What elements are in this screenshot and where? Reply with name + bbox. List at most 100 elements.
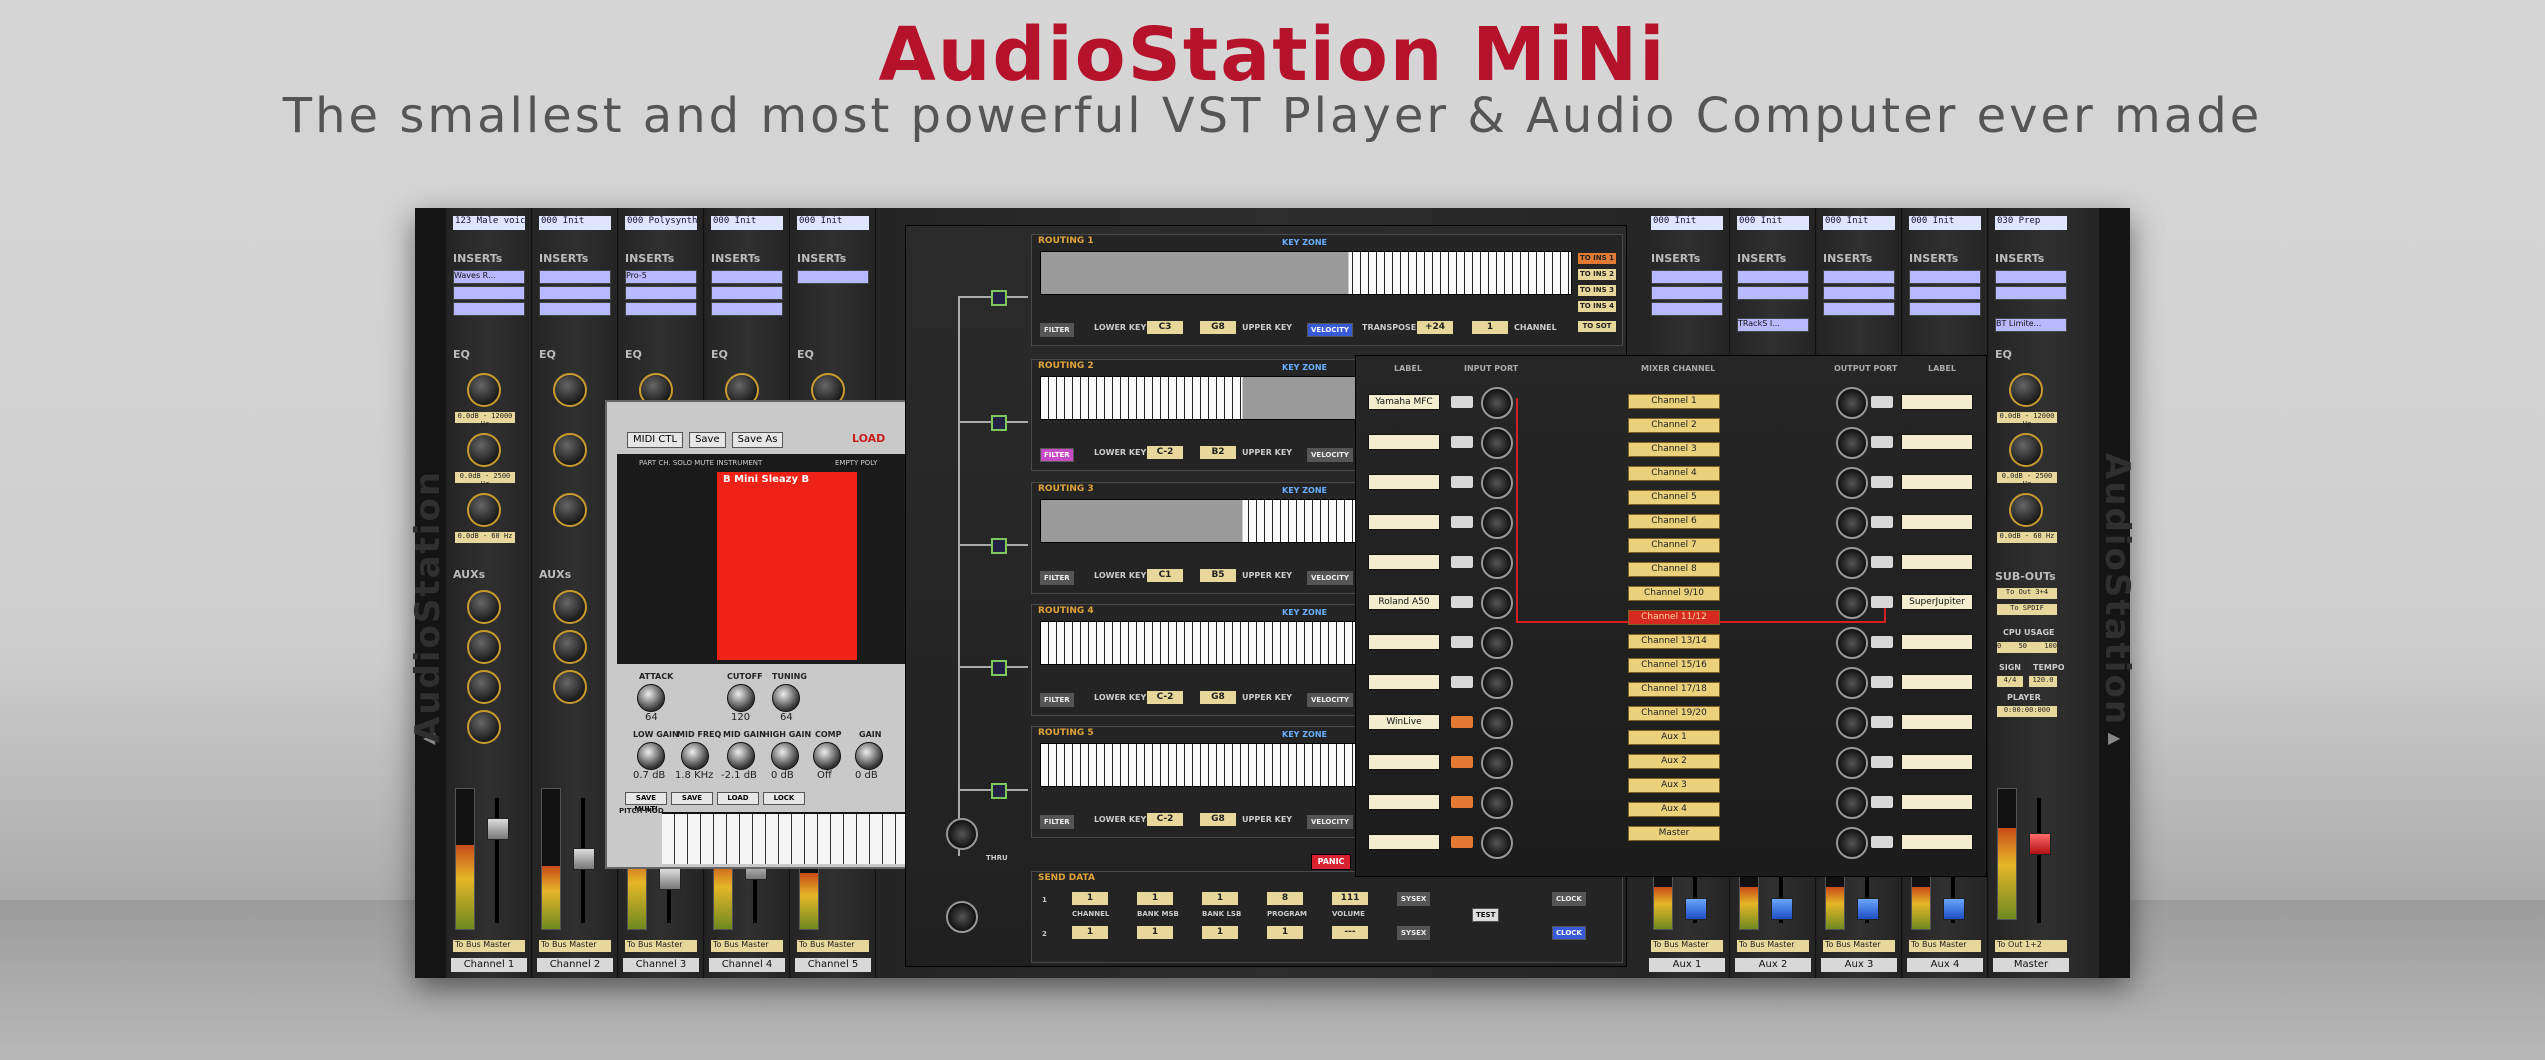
- insert-slot[interactable]: [1823, 286, 1895, 300]
- midi-output-port-icon[interactable]: [1836, 547, 1868, 579]
- load-button[interactable]: LOAD: [852, 432, 885, 445]
- aux-send-knob[interactable]: [553, 590, 587, 624]
- output-label[interactable]: [1901, 394, 1973, 410]
- midi-output-port-icon[interactable]: [1836, 747, 1868, 779]
- output-label[interactable]: [1901, 674, 1973, 690]
- aux-send-knob[interactable]: [467, 630, 501, 664]
- load-part-button[interactable]: LOAD: [717, 792, 759, 805]
- output-label[interactable]: [1901, 474, 1973, 490]
- midi-output-port-icon[interactable]: [1836, 427, 1868, 459]
- mixer-channel-button[interactable]: Channel 2: [1628, 418, 1720, 433]
- mixer-channel-button[interactable]: Channel 9/10: [1628, 586, 1720, 601]
- filter-button[interactable]: FILTER: [1040, 448, 1074, 462]
- mixer-channel-button[interactable]: Channel 1: [1628, 394, 1720, 409]
- insert-slot[interactable]: [453, 286, 525, 300]
- insert-slot[interactable]: [1823, 302, 1895, 316]
- insert-slot[interactable]: [797, 270, 869, 284]
- eq-lo-knob[interactable]: [467, 493, 501, 527]
- high-gain-knob[interactable]: [771, 742, 799, 770]
- output-label[interactable]: [1901, 554, 1973, 570]
- lower-key-select[interactable]: C-2: [1147, 813, 1183, 826]
- lock-button[interactable]: LOCK: [763, 792, 805, 805]
- eq-mid-knob[interactable]: [2009, 433, 2043, 467]
- bus-select[interactable]: To Bus Master: [1651, 940, 1723, 952]
- insert-slot[interactable]: Waves R...: [453, 270, 525, 284]
- upper-key-select[interactable]: B2: [1200, 446, 1236, 459]
- insert-slot[interactable]: [711, 270, 783, 284]
- mixer-channel-button[interactable]: Channel 6: [1628, 514, 1720, 529]
- bus-select[interactable]: To Bus Master: [625, 940, 697, 952]
- aux-send-knob[interactable]: [553, 670, 587, 704]
- midi-input-port-icon[interactable]: [1481, 747, 1513, 779]
- save-part-button[interactable]: SAVE: [671, 792, 713, 805]
- subout-select[interactable]: To Out 3+4: [1997, 588, 2057, 599]
- volume-fader[interactable]: [1685, 898, 1707, 920]
- volume-fader[interactable]: [1857, 898, 1879, 920]
- midi-output-port-icon[interactable]: [1836, 507, 1868, 539]
- eq-mid-knob[interactable]: [467, 433, 501, 467]
- velocity-button[interactable]: VELOCITY: [1307, 448, 1353, 462]
- preset-select[interactable]: 123 Male voice: [453, 216, 525, 230]
- aux-send-knob[interactable]: [467, 590, 501, 624]
- key-zone-keyboard[interactable]: [1040, 251, 1572, 295]
- bus-select[interactable]: To Bus Master: [539, 940, 611, 952]
- input-label[interactable]: Roland A50: [1368, 594, 1440, 610]
- selected-patch[interactable]: B Mini Sleazy B: [723, 474, 809, 485]
- midi-input-port-icon[interactable]: [1481, 627, 1513, 659]
- eq-hi-knob[interactable]: [2009, 373, 2043, 407]
- to-ins-2-button[interactable]: TO INS 2: [1578, 269, 1616, 280]
- output-label[interactable]: [1901, 434, 1973, 450]
- midi-input-port-icon[interactable]: [1481, 587, 1513, 619]
- preset-select[interactable]: 030 Prep: [1995, 216, 2067, 230]
- low-gain-knob[interactable]: [637, 742, 665, 770]
- attack-knob[interactable]: [637, 684, 665, 712]
- mixer-channel-button-selected[interactable]: Channel 11/12: [1628, 610, 1720, 625]
- routing-enable-toggle[interactable]: [991, 660, 1007, 676]
- bus-select[interactable]: To Bus Master: [711, 940, 783, 952]
- midi-output-port-icon[interactable]: [1836, 827, 1868, 859]
- midi-ctl-button[interactable]: MIDI CTL: [627, 432, 684, 448]
- output-label[interactable]: [1901, 834, 1973, 850]
- mixer-channel-button[interactable]: Channel 3: [1628, 442, 1720, 457]
- volume-fader[interactable]: [1943, 898, 1965, 920]
- insert-slot[interactable]: Pro-5: [625, 270, 697, 284]
- bus-select[interactable]: To Bus Master: [1823, 940, 1895, 952]
- upper-key-select[interactable]: G8: [1200, 813, 1236, 826]
- input-label[interactable]: [1368, 474, 1440, 490]
- mixer-channel-button[interactable]: Channel 15/16: [1628, 658, 1720, 673]
- insert-slot[interactable]: [1737, 270, 1809, 284]
- input-label[interactable]: [1368, 834, 1440, 850]
- to-sot-button[interactable]: TO SOT: [1578, 321, 1616, 332]
- velocity-button[interactable]: VELOCITY: [1307, 323, 1353, 337]
- mixer-channel-button[interactable]: Channel 19/20: [1628, 706, 1720, 721]
- to-ins-1-button[interactable]: TO INS 1: [1578, 253, 1616, 264]
- output-label[interactable]: [1901, 514, 1973, 530]
- preset-select[interactable]: 000 Init: [1651, 216, 1723, 230]
- midi-input-port-icon[interactable]: [1481, 547, 1513, 579]
- send-bank-lsb-2[interactable]: 1: [1202, 926, 1238, 939]
- insert-slot[interactable]: [711, 302, 783, 316]
- part-list[interactable]: [717, 472, 857, 660]
- midi-output-port-icon[interactable]: [1836, 587, 1868, 619]
- velocity-button[interactable]: VELOCITY: [1307, 571, 1353, 585]
- tuning-knob[interactable]: [772, 684, 800, 712]
- midi-output-port-icon[interactable]: [1836, 627, 1868, 659]
- insert-slot[interactable]: [1995, 286, 2067, 300]
- output-label-superjupiter[interactable]: SuperJupiter: [1901, 594, 1973, 610]
- insert-slot[interactable]: [1651, 270, 1723, 284]
- insert-slot[interactable]: [539, 302, 611, 316]
- send-volume-2[interactable]: ---: [1332, 926, 1368, 939]
- lower-key-select[interactable]: C-2: [1147, 691, 1183, 704]
- midi-output-port-icon[interactable]: [1836, 707, 1868, 739]
- midi-output-port-icon[interactable]: [1836, 467, 1868, 499]
- clock-button[interactable]: CLOCK: [1552, 892, 1586, 906]
- lower-key-select[interactable]: C3: [1147, 321, 1183, 334]
- preset-select[interactable]: 000 Init: [1909, 216, 1981, 230]
- transpose-select[interactable]: +24: [1417, 321, 1453, 334]
- volume-fader[interactable]: [573, 848, 595, 870]
- send-bank-msb-1[interactable]: 1: [1137, 892, 1173, 905]
- lower-key-select[interactable]: C-2: [1147, 446, 1183, 459]
- preset-select[interactable]: 000 Init: [1823, 216, 1895, 230]
- channel-select[interactable]: 1: [1472, 321, 1508, 334]
- send-volume-1[interactable]: 111: [1332, 892, 1368, 905]
